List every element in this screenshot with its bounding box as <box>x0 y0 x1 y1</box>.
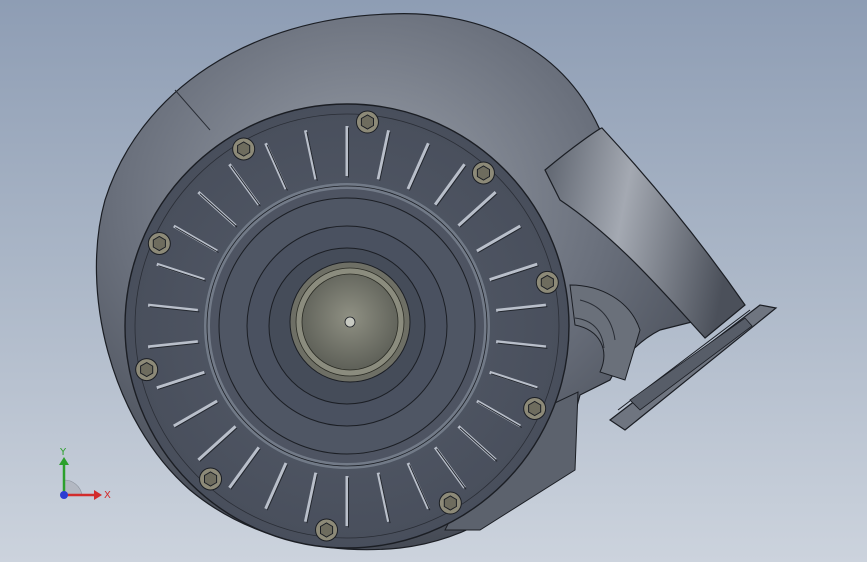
z-axis-dot <box>60 491 68 499</box>
bolt-head[interactable] <box>199 467 223 491</box>
bolt-head[interactable] <box>535 270 559 294</box>
bolt-head[interactable] <box>471 161 495 185</box>
bolt-head[interactable] <box>355 110 379 134</box>
bolt-head[interactable] <box>523 396 547 420</box>
bolt-head[interactable] <box>438 491 462 515</box>
y-axis-label: Y <box>59 447 67 458</box>
bolt-head[interactable] <box>315 518 339 542</box>
orientation-triad: X Y <box>59 447 111 501</box>
bolt-head[interactable] <box>232 137 256 161</box>
inlet-hub[interactable] <box>289 261 411 383</box>
bolt-head[interactable] <box>147 232 171 256</box>
model-viewport[interactable] <box>0 0 867 562</box>
bolt-head[interactable] <box>135 358 159 382</box>
x-axis-label: X <box>104 490 111 501</box>
